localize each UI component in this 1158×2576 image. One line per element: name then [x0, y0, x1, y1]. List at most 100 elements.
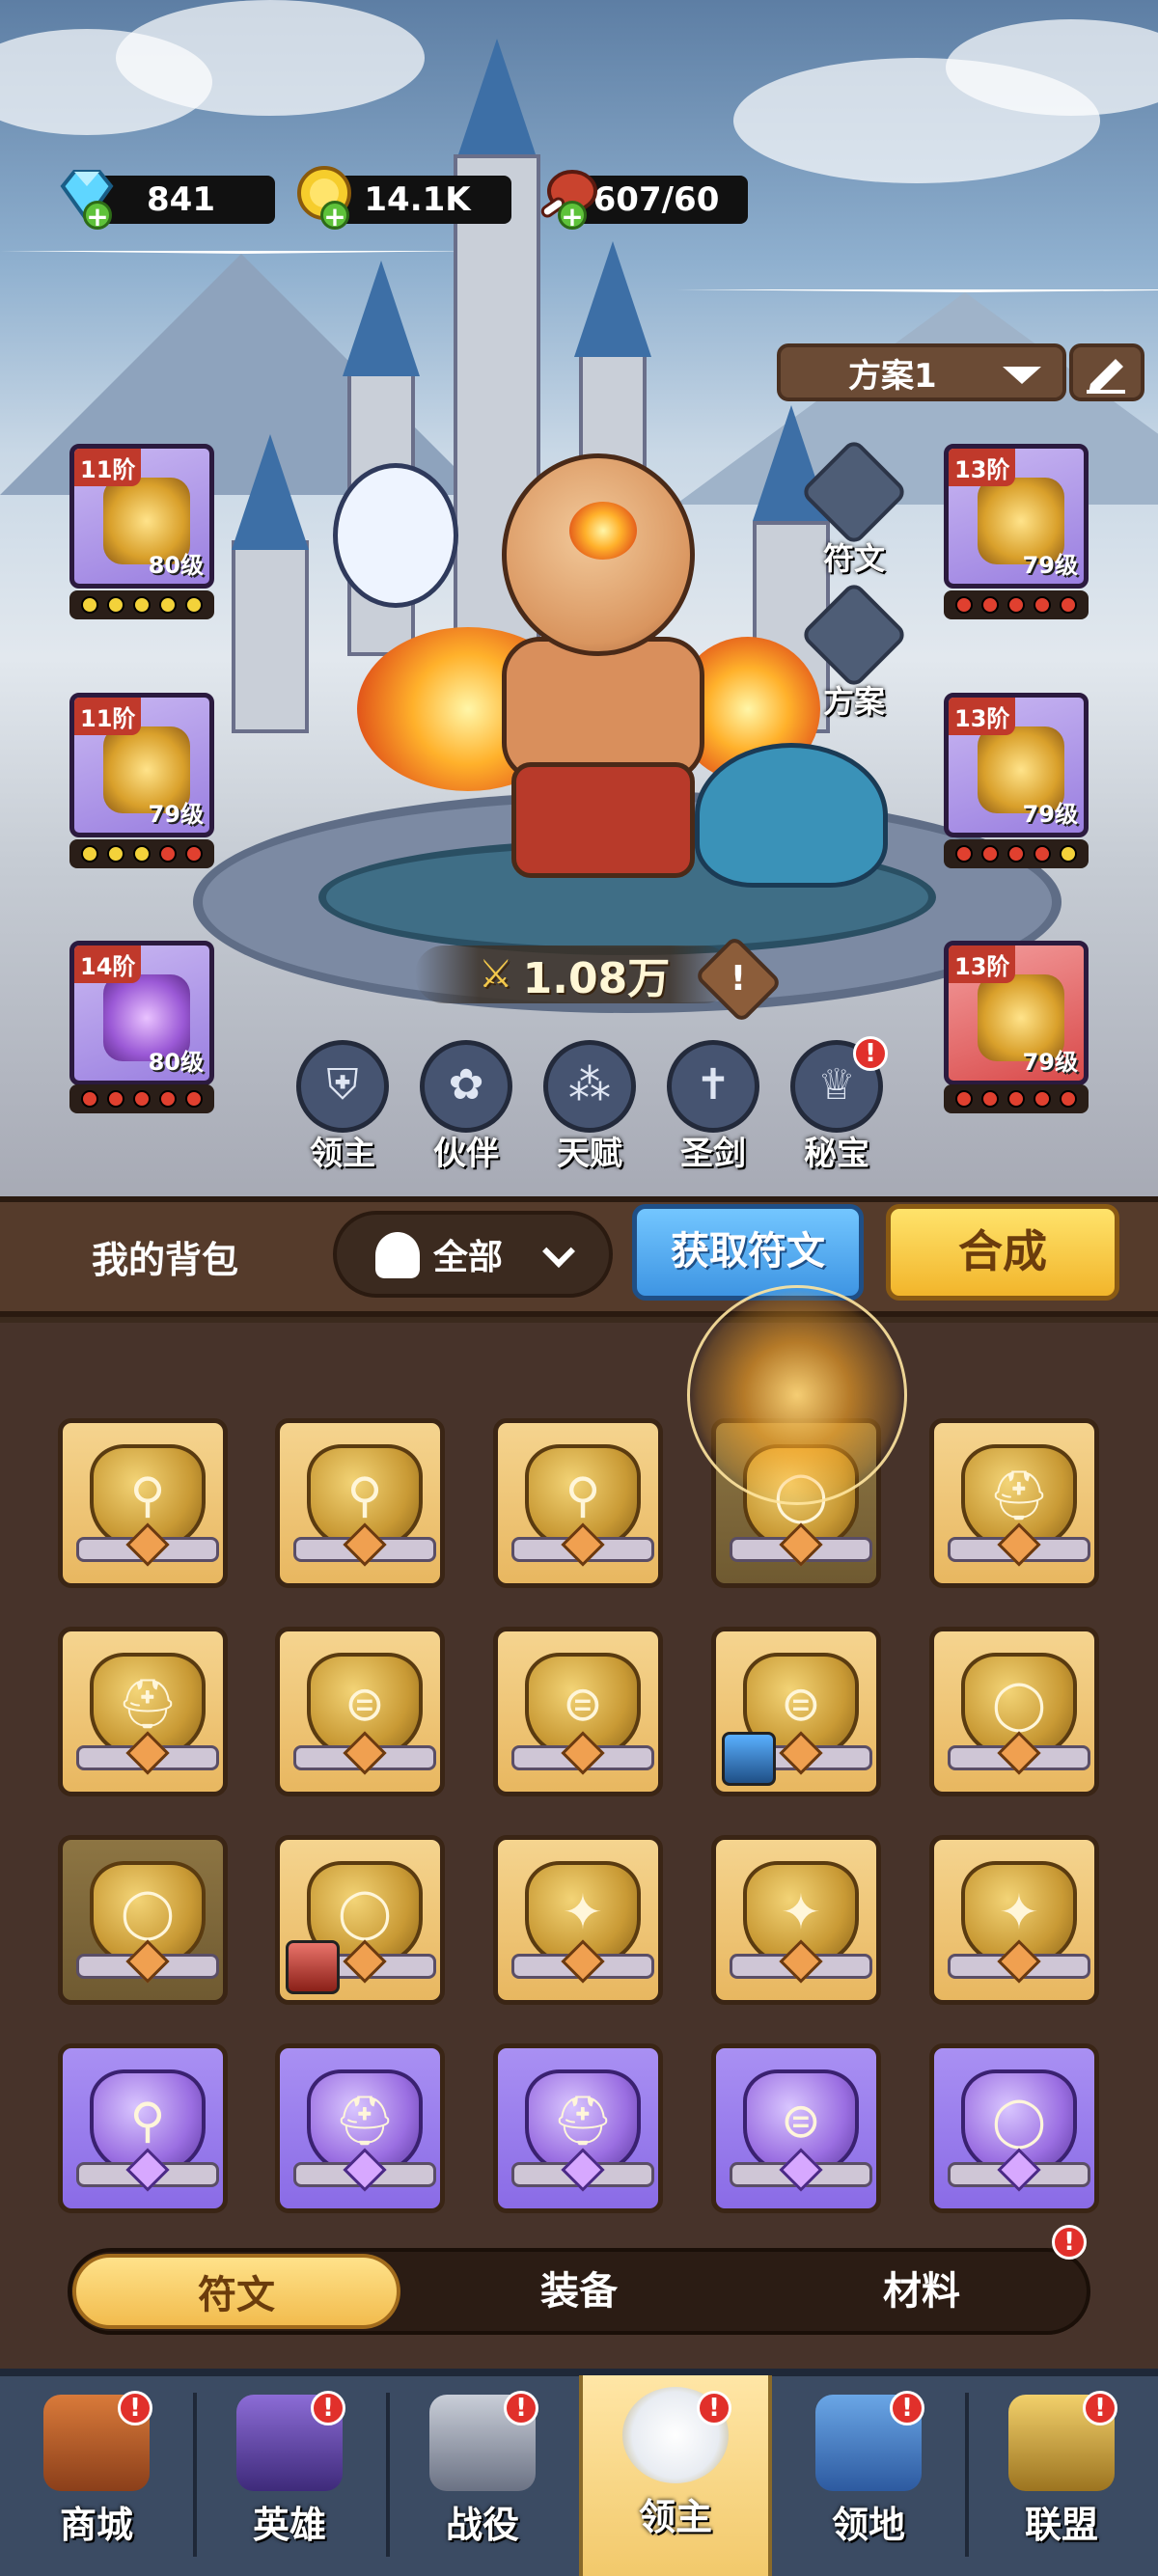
equipment-slot-armor[interactable]: 13阶 79级: [944, 693, 1089, 837]
boot-icon: ⚲: [129, 1467, 166, 1523]
tier-badge: 11阶: [74, 698, 142, 735]
helmet-icon: ⛑: [552, 2093, 614, 2149]
tab-materials[interactable]: 材料: [758, 2254, 1086, 2329]
chevron-down-icon: [542, 1235, 575, 1268]
helmet-icon: ⛑: [988, 1467, 1050, 1523]
rune-item-amulet[interactable]: ✦: [493, 1835, 663, 2005]
alliance-alert-badge: !: [1083, 2391, 1117, 2425]
ring-icon: ◯: [338, 1884, 392, 1940]
equipment-slot-amulet[interactable]: 11阶 80级: [69, 444, 214, 589]
nav-campaign[interactable]: 战役: [391, 2383, 574, 2576]
synthesize-button[interactable]: 合成: [886, 1204, 1119, 1301]
boot-icon: ⚲: [565, 1467, 601, 1523]
rune-item-amulet[interactable]: ✦: [929, 1835, 1099, 2005]
item-level: 79级: [1022, 801, 1078, 828]
feature-talent[interactable]: ⁂ 天赋: [537, 1040, 643, 1174]
nav-lord[interactable]: 领主: [579, 2375, 772, 2576]
exclamation-icon: !: [730, 959, 747, 999]
combat-power-value: 1.08万: [522, 954, 671, 1003]
rune-shortcut[interactable]: 符文: [799, 437, 909, 579]
plan-label: 方案1: [848, 356, 937, 396]
star-dots: [69, 590, 214, 619]
turtle-pet: [695, 743, 888, 888]
star-dots: [944, 839, 1089, 868]
equipment-slot-helmet[interactable]: 13阶 79级: [944, 444, 1089, 589]
belt-icon: ⊜: [781, 2093, 821, 2149]
rune-item-boot[interactable]: ⚲: [58, 2043, 228, 2213]
nav-territory[interactable]: 领地: [777, 2383, 960, 2576]
amulet-icon: ✦: [563, 1884, 603, 1940]
item-level: 79级: [148, 801, 204, 828]
nav-alliance[interactable]: 联盟: [970, 2383, 1153, 2576]
rune-item-ring[interactable]: ◯: [929, 1627, 1099, 1796]
plan-stack-icon: [799, 580, 909, 690]
belt-icon: ⊜: [781, 1676, 821, 1732]
tier-badge: 11阶: [74, 449, 142, 486]
equipped-hero-avatar: [286, 1940, 340, 1994]
rune-item-belt[interactable]: ⊜: [711, 2043, 881, 2213]
feature-holy-sword[interactable]: ✝ 圣剑: [660, 1040, 766, 1174]
item-level: 79级: [1022, 552, 1078, 579]
category-filter-dropdown[interactable]: 全部: [333, 1211, 613, 1298]
ring-icon: ◯: [121, 1884, 175, 1940]
ring-icon: ◯: [992, 2093, 1046, 2149]
add-stamina-button[interactable]: +: [558, 201, 587, 231]
sword-icon: ⚔: [478, 952, 513, 997]
amulet-icon: ✦: [781, 1884, 821, 1940]
equipment-slot-belt[interactable]: 14阶 80级: [69, 941, 214, 1085]
eye-rune-icon: [799, 437, 909, 547]
campaign-alert-badge: !: [504, 2391, 538, 2425]
tier-badge: 14阶: [74, 945, 142, 983]
rune-item-boot[interactable]: ⚲: [275, 1418, 445, 1588]
nav-label: 领地: [831, 2504, 905, 2546]
nav-label: 联盟: [1024, 2504, 1098, 2546]
tab-equipment[interactable]: 装备: [415, 2254, 743, 2329]
feature-partner[interactable]: ✿ 伙伴: [413, 1040, 519, 1174]
rune-item-helmet[interactable]: ⛑: [493, 2043, 663, 2213]
get-runes-button[interactable]: 获取符文: [632, 1204, 864, 1301]
add-gold-button[interactable]: +: [320, 201, 349, 231]
nav-label: 商城: [59, 2504, 133, 2546]
rune-item-boot[interactable]: ⚲: [493, 1418, 663, 1588]
rune-item-ring[interactable]: ◯: [58, 1835, 228, 2005]
territory-alert-badge: !: [890, 2391, 924, 2425]
rune-item-helmet[interactable]: ⛑: [929, 1418, 1099, 1588]
rune-item-belt[interactable]: ⊜: [493, 1627, 663, 1796]
talent-nodes-icon: ⁂: [543, 1040, 636, 1133]
feature-label: 圣剑: [680, 1135, 746, 1173]
boot-icon: ⚲: [346, 1467, 383, 1523]
paw-icon: ✿: [420, 1040, 512, 1133]
rune-item-belt[interactable]: ⊜: [275, 1627, 445, 1796]
belt-icon: ⊜: [345, 1676, 385, 1732]
rune-item-ring[interactable]: ◯: [275, 1835, 445, 2005]
feature-label: 领主: [310, 1135, 375, 1173]
tier-badge: 13阶: [949, 449, 1016, 486]
rune-item-amulet[interactable]: ✦: [711, 1835, 881, 2005]
rune-item-helmet[interactable]: ⛑: [275, 2043, 445, 2213]
rune-item-boot[interactable]: ⚲: [58, 1418, 228, 1588]
boot-icon: ⚲: [129, 2093, 166, 2149]
rune-item-belt[interactable]: ⊜: [711, 1627, 881, 1796]
nav-heroes[interactable]: 英雄: [198, 2383, 381, 2576]
amulet-icon: ✦: [999, 1884, 1039, 1940]
equipment-slot-boots[interactable]: 13阶 79级: [944, 941, 1089, 1085]
edit-plan-button[interactable]: [1069, 343, 1144, 401]
snow-companion: [333, 463, 458, 608]
tier-badge: 13阶: [949, 698, 1016, 735]
rune-item-helmet[interactable]: ⛑: [58, 1627, 228, 1796]
treasure-alert-badge: !: [853, 1036, 888, 1071]
item-level: 79级: [1022, 1049, 1078, 1076]
plan-selector[interactable]: 方案1: [777, 343, 1066, 401]
equipment-slot-ring[interactable]: 11阶 79级: [69, 693, 214, 837]
tab-runes[interactable]: 符文: [72, 2254, 400, 2329]
backpack-title: 我的背包: [92, 1239, 239, 1281]
helmet-icon: ⛑: [334, 2093, 396, 2149]
nav-shop[interactable]: 商城: [5, 2383, 188, 2576]
helmet-icon: [375, 1232, 420, 1278]
rune-item-ring[interactable]: ◯: [929, 2043, 1099, 2213]
stamina-count: 607/60: [593, 180, 720, 219]
add-gems-button[interactable]: +: [83, 201, 112, 231]
feature-lord[interactable]: ⛨ 领主: [290, 1040, 396, 1174]
plan-shortcut[interactable]: 方案: [799, 580, 909, 722]
holy-sword-icon: ✝: [667, 1040, 759, 1133]
